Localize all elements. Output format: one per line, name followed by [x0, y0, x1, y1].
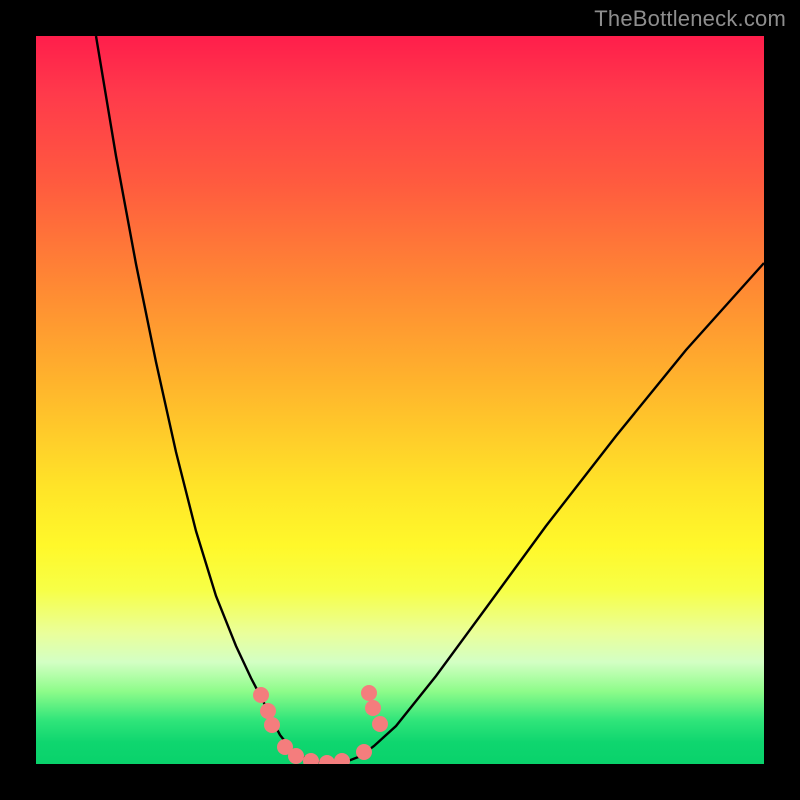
plot-area: [36, 36, 764, 764]
marker-dot: [264, 717, 280, 733]
curve-path: [96, 36, 764, 763]
watermark-text: TheBottleneck.com: [594, 6, 786, 32]
marker-dot: [334, 753, 350, 764]
marker-dot: [356, 744, 372, 760]
marker-dot: [365, 700, 381, 716]
bottleneck-curve: [36, 36, 764, 764]
marker-dot: [253, 687, 269, 703]
marker-dot: [319, 755, 335, 764]
marker-dot: [303, 753, 319, 764]
marker-dot: [288, 748, 304, 764]
marker-dot: [361, 685, 377, 701]
chart-frame: TheBottleneck.com: [0, 0, 800, 800]
marker-dot: [372, 716, 388, 732]
